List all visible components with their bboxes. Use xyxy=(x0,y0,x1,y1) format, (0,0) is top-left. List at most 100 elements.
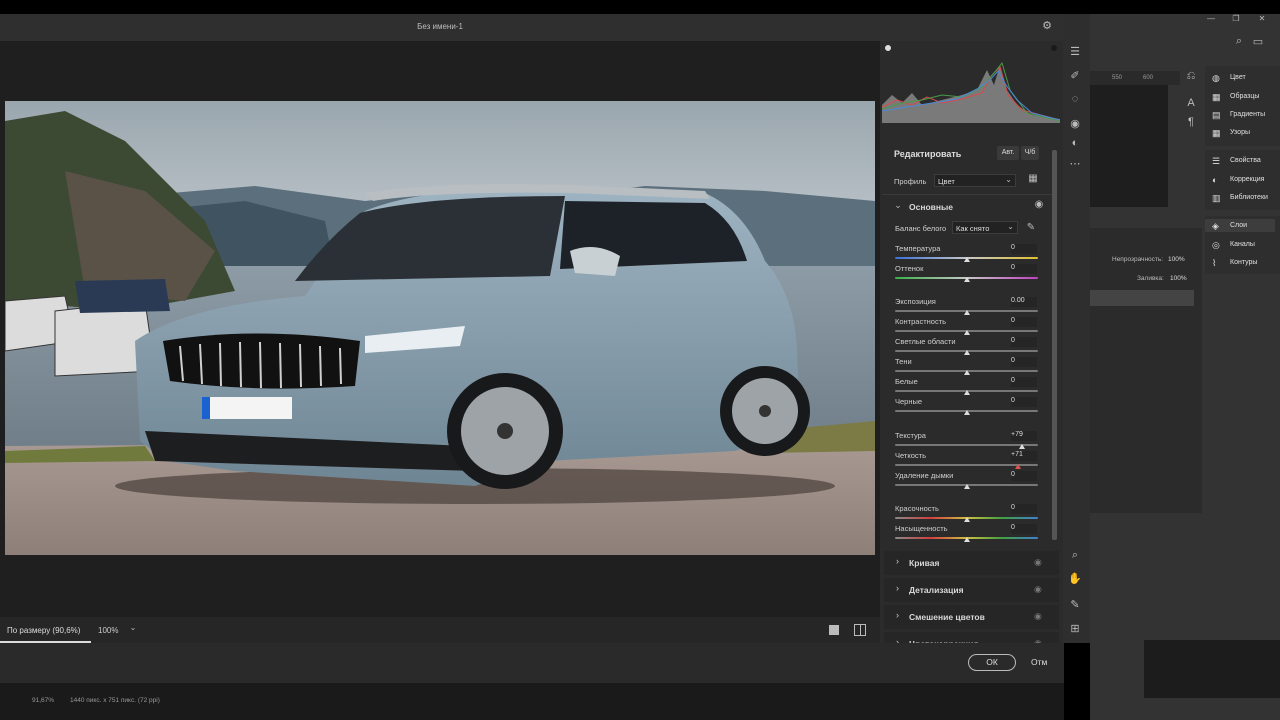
sampler-tool-icon[interactable]: ✎ xyxy=(1068,598,1082,611)
panel-tab-item[interactable]: Узоры xyxy=(1230,129,1250,136)
slider-thumb[interactable] xyxy=(963,350,970,355)
zoom-100-label: 100% xyxy=(98,626,119,635)
panel-tab-item[interactable]: Библиотеки xyxy=(1230,194,1268,201)
slider-thumb[interactable] xyxy=(1019,444,1026,449)
slider-thumb[interactable] xyxy=(963,310,970,315)
opacity-value[interactable]: 100% xyxy=(1168,256,1185,263)
slider-value[interactable]: 0 xyxy=(1011,504,1037,514)
search-icon[interactable]: ⌕ xyxy=(1233,35,1245,48)
masking-icon[interactable]: ◌ xyxy=(1068,93,1082,105)
collapsed-section[interactable]: › Кривая ◉ xyxy=(884,551,1059,575)
panel-paths-icon: ⌇ xyxy=(1212,258,1217,268)
slider-value[interactable]: 0 xyxy=(1011,244,1037,254)
slider-value[interactable]: 0 xyxy=(1011,337,1037,347)
fit-zoom-tab[interactable]: По размеру (90,6%) xyxy=(0,617,91,643)
slider-value[interactable]: 0 xyxy=(1011,357,1037,367)
basic-collapse-chevron-icon[interactable]: ⌄ xyxy=(893,200,903,211)
panel-tab-item[interactable]: Коррекция xyxy=(1230,176,1264,183)
visibility-eye-icon[interactable]: ◉ xyxy=(1034,584,1042,595)
slider-value[interactable]: 0 xyxy=(1011,471,1037,481)
slider-thumb[interactable] xyxy=(963,257,970,262)
slider-thumb[interactable] xyxy=(963,484,970,489)
section-title: Кривая xyxy=(909,558,940,568)
slider-value[interactable]: +79 xyxy=(1011,431,1037,441)
slider-value[interactable]: 0.00 xyxy=(1011,297,1037,307)
close-icon[interactable]: ✕ xyxy=(1256,14,1268,23)
wb-select[interactable]: Как снято ⌄ xyxy=(952,221,1018,234)
hand-tool-icon[interactable]: ✋ xyxy=(1068,572,1082,585)
paragraph-icon[interactable]: ¶ xyxy=(1185,116,1197,128)
workspace-icon[interactable]: ▭ xyxy=(1252,35,1264,48)
settings-gear-icon[interactable]: ⚙ xyxy=(1040,19,1054,32)
status-zoom: 91,67% xyxy=(32,697,55,704)
history-icon[interactable]: ⎌ xyxy=(1185,70,1197,83)
before-after-view-icon[interactable] xyxy=(854,624,866,636)
healing-brush-icon[interactable]: ✐ xyxy=(1068,69,1082,82)
profile-browser-grid-icon[interactable]: ▦ xyxy=(1027,173,1039,184)
visibility-eye-icon[interactable]: ◉ xyxy=(1034,611,1042,622)
slider-value[interactable]: 0 xyxy=(1011,317,1037,327)
restore-icon[interactable]: ❐ xyxy=(1230,14,1242,23)
slider-value[interactable]: 0 xyxy=(1011,524,1037,534)
more-options-icon[interactable]: ⋯ xyxy=(1068,157,1082,170)
slider-thumb[interactable] xyxy=(963,537,970,542)
slider-thumb[interactable] xyxy=(963,410,970,415)
slider-thumb[interactable] xyxy=(963,370,970,375)
profile-select[interactable]: Цвет ⌄ xyxy=(934,174,1016,187)
panel-gradients-icon: ▤ xyxy=(1212,110,1221,120)
panel-tab-item[interactable]: Свойства xyxy=(1230,157,1261,164)
layers-panel xyxy=(1090,228,1202,513)
slider-value[interactable]: 0 xyxy=(1011,397,1037,407)
panel-tab-item[interactable]: Каналы xyxy=(1230,241,1255,248)
section-title: Детализация xyxy=(909,585,964,595)
ruler-tick: 600 xyxy=(1143,75,1154,81)
profile-label: Профиль xyxy=(894,177,927,186)
zoom-dropdown-chevron-icon[interactable]: ⌄ xyxy=(127,623,139,632)
edit-sliders-icon[interactable]: ☰ xyxy=(1068,45,1082,58)
panel-tab-item[interactable]: Градиенты xyxy=(1230,111,1265,118)
redeye-icon[interactable]: ◉ xyxy=(1068,117,1082,130)
slider-track[interactable] xyxy=(895,444,1038,446)
panel-scrollbar[interactable] xyxy=(1052,150,1057,540)
panel-tab-item[interactable]: Образцы xyxy=(1230,93,1259,100)
collapsed-section[interactable]: › Детализация ◉ xyxy=(884,578,1059,602)
slider-thumb[interactable] xyxy=(963,390,970,395)
collapsed-section[interactable]: ›Цветокоррекция◉ xyxy=(884,632,1059,643)
presets-icon[interactable]: ◐ xyxy=(1068,137,1082,149)
slider-value[interactable]: 0 xyxy=(1011,377,1037,387)
panel-tab-item[interactable]: Контуры xyxy=(1230,259,1257,266)
zoom-100-option[interactable]: 100% xyxy=(91,617,125,643)
grid-toggle-icon[interactable]: ⊞ xyxy=(1068,622,1082,635)
fit-zoom-label: По размеру (90,6%) xyxy=(7,626,81,635)
auto-button[interactable]: Авт. xyxy=(997,146,1019,160)
slider-thumb[interactable] xyxy=(963,517,970,522)
selected-layer-row[interactable] xyxy=(1090,290,1194,306)
cancel-button[interactable]: Отм xyxy=(1031,657,1047,667)
car-photo-image xyxy=(5,101,875,555)
slider-label: Оттенок xyxy=(895,264,924,273)
slider-thumb[interactable] xyxy=(1014,464,1021,469)
slider-thumb[interactable] xyxy=(963,330,970,335)
panel-tab-item[interactable]: Слои xyxy=(1230,222,1247,229)
ok-button[interactable]: ОК xyxy=(968,654,1016,671)
slider-label: Черные xyxy=(895,397,923,406)
divider xyxy=(882,194,1052,195)
slider-label: Четкость xyxy=(895,451,926,460)
visibility-eye-icon[interactable]: ◉ xyxy=(1033,199,1045,210)
slider-thumb[interactable] xyxy=(963,277,970,282)
minimize-icon[interactable]: — xyxy=(1205,14,1217,23)
slider-value[interactable]: 0 xyxy=(1011,264,1037,274)
single-view-icon[interactable] xyxy=(829,625,839,635)
eyedropper-icon[interactable]: ✎ xyxy=(1025,222,1037,233)
basic-section-title[interactable]: Основные xyxy=(909,202,953,212)
collapsed-section[interactable]: › Смешение цветов ◉ xyxy=(884,605,1059,629)
slider-label: Светлые области xyxy=(895,337,956,346)
visibility-eye-icon[interactable]: ◉ xyxy=(1034,557,1042,568)
bw-button[interactable]: Ч/б xyxy=(1021,146,1039,160)
fill-value[interactable]: 100% xyxy=(1170,275,1187,282)
zoom-tool-icon[interactable]: ⌕ xyxy=(1068,549,1082,562)
ruler: 550 600 xyxy=(1090,71,1180,85)
character-icon[interactable]: A xyxy=(1185,97,1197,109)
slider-value[interactable]: +71 xyxy=(1011,451,1037,461)
panel-tab-item[interactable]: Цвет xyxy=(1230,74,1246,81)
